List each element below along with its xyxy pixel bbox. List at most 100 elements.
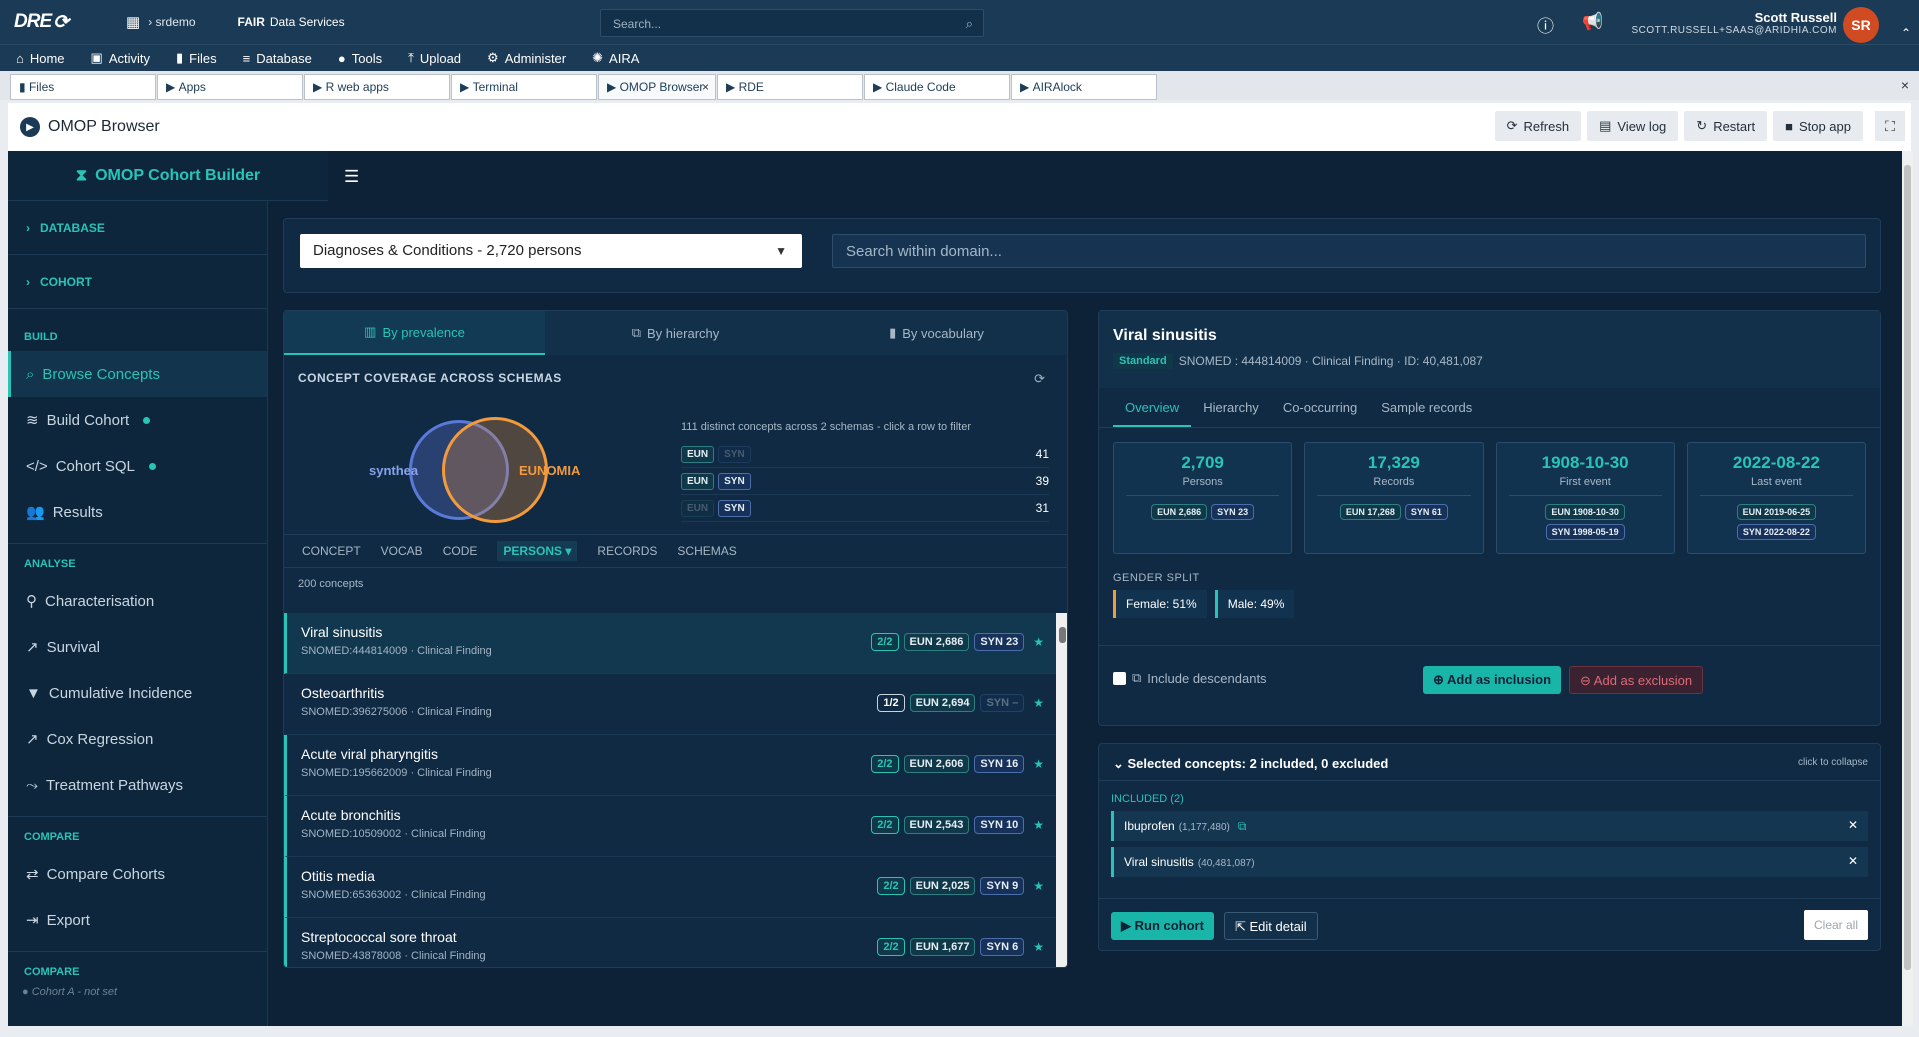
global-search-input[interactable]: Search... ⌕ — [600, 9, 984, 37]
tab-sample-records[interactable]: Sample records — [1369, 388, 1484, 427]
list-item[interactable]: Acute viral pharyngitis SNOMED:195662009 … — [284, 735, 1056, 796]
breadcrumb[interactable]: › srdemo — [148, 15, 195, 29]
nav-database[interactable]: ≡ Database — [243, 51, 312, 66]
nav-upload[interactable]: ⤒ Upload — [408, 50, 461, 66]
list-item[interactable]: Osteoarthritis SNOMED:396275006 · Clinica… — [284, 674, 1056, 735]
tab-by-hierarchy[interactable]: ⧉ By hierarchy — [545, 311, 806, 355]
search-icon: ⌕ — [965, 16, 973, 31]
fullscreen-icon[interactable]: ⛶ — [1875, 111, 1905, 141]
tab-omop-browser[interactable]: ▶ OMOP Browser × — [598, 74, 716, 100]
sidebar-item-cumulative-incidence[interactable]: ▼ Cumulative Incidence — [8, 670, 267, 716]
col-schemas[interactable]: SCHEMAS — [677, 544, 736, 558]
detail-title: Viral sinusitis — [1113, 327, 1217, 344]
help-icon[interactable]: ⓘ — [1537, 12, 1554, 37]
refresh-icon[interactable]: ⟳ — [1034, 371, 1045, 387]
sidebar-brand: ⧗ OMOP Cohort Builder — [8, 151, 328, 201]
star-icon[interactable]: ★ — [1033, 940, 1044, 954]
avatar[interactable]: SR — [1843, 7, 1879, 43]
nav-home[interactable]: ⌂ Home — [16, 51, 65, 66]
sidebar-item-results[interactable]: 👥 Results — [8, 489, 267, 535]
edit-detail-button[interactable]: ⇱ Edit detail — [1224, 912, 1318, 940]
close-tab-icon[interactable]: × — [702, 80, 709, 94]
announcement-icon[interactable]: 📢 — [1582, 12, 1603, 32]
tab-rde[interactable]: ▶ RDE — [717, 74, 863, 100]
list-item[interactable]: Otitis media SNOMED:65363002 · Clinical F… — [284, 857, 1056, 918]
tab-by-vocabulary[interactable]: ▮ By vocabulary — [806, 311, 1067, 355]
run-cohort-button[interactable]: ▶ Run cohort — [1111, 912, 1214, 940]
col-records[interactable]: RECORDS — [597, 544, 657, 558]
col-persons[interactable]: PERSONS ▾ — [497, 541, 578, 561]
tab-claude-code[interactable]: ▶ Claude Code — [864, 74, 1010, 100]
coverage-section: CONCEPT COVERAGE ACROSS SCHEMAS ⟳ synthe… — [284, 355, 1067, 535]
dre-logo[interactable]: DRE ⟳ — [14, 9, 98, 35]
coverage-row[interactable]: EUN SYN 39 — [681, 468, 1049, 495]
line-chart-icon: ↗ — [26, 731, 39, 748]
col-concept[interactable]: CONCEPT — [302, 544, 361, 558]
nav-tools[interactable]: ● Tools — [338, 51, 382, 66]
nav-files[interactable]: ▮ Files — [176, 50, 217, 66]
col-code[interactable]: CODE — [443, 544, 478, 558]
add-inclusion-button[interactable]: ⊕ Add as inclusion — [1423, 666, 1562, 694]
sidebar-item-treatment-pathways[interactable]: ⤳ Treatment Pathways — [8, 762, 267, 808]
sidebar-item-characterisation[interactable]: ⚲ Characterisation — [8, 578, 267, 624]
sidebar-item-build-cohort[interactable]: ≋ Build Cohort — [8, 397, 267, 443]
play-icon: ▶ — [20, 117, 40, 137]
domain-select[interactable]: Diagnoses & Conditions - 2,720 persons ▼ — [300, 234, 802, 268]
list-item[interactable]: Viral sinusitis SNOMED:444814009 · Clinic… — [284, 613, 1056, 674]
nav-aira[interactable]: ✺ AIRA — [592, 50, 639, 66]
sidebar-item-export[interactable]: ⇥ Export — [8, 897, 267, 943]
nav-activity[interactable]: ▣ Activity — [91, 50, 150, 66]
sidebar-item-browse-concepts[interactable]: ⌕ Browse Concepts — [8, 351, 267, 397]
list-item[interactable]: Acute bronchitis SNOMED:10509002 · Clinic… — [284, 796, 1056, 857]
domain-search-input[interactable]: Search within domain... — [832, 234, 1866, 268]
activity-icon: ▣ — [90, 50, 103, 65]
tab-hierarchy[interactable]: Hierarchy — [1191, 388, 1271, 427]
sidebar-item-cox-regression[interactable]: ↗ Cox Regression — [8, 716, 267, 762]
restart-button[interactable]: ↻ Restart — [1684, 111, 1768, 141]
app-scrollbar[interactable] — [1902, 151, 1913, 1026]
tab-r-web-apps[interactable]: ▶ R web apps — [304, 74, 450, 100]
collapse-up-icon[interactable]: ⌃ — [1901, 26, 1911, 40]
star-icon[interactable]: ★ — [1033, 696, 1044, 710]
star-icon[interactable]: ★ — [1033, 635, 1044, 649]
close-all-tabs-icon[interactable]: × — [1901, 77, 1909, 93]
sidebar-section-database[interactable]: › DATABASE — [8, 201, 267, 255]
coverage-heading: CONCEPT COVERAGE ACROSS SCHEMAS — [298, 371, 562, 385]
coverage-row[interactable]: EUN SYN 31 — [681, 495, 1049, 522]
star-icon[interactable]: ★ — [1033, 818, 1044, 832]
sidebar-item-compare-cohorts[interactable]: ⇄ Compare Cohorts — [8, 851, 267, 897]
sidebar-item-cohort-sql[interactable]: </> Cohort SQL — [8, 443, 267, 489]
coverage-row[interactable]: EUN SYN 41 — [681, 441, 1049, 468]
selected-header[interactable]: ⌄ Selected concepts: 2 included, 0 exclu… — [1099, 744, 1880, 781]
status-dot — [143, 416, 151, 424]
tab-co-occurring[interactable]: Co-occurring — [1271, 388, 1369, 427]
tab-apps[interactable]: ▶ Apps — [157, 74, 303, 100]
remove-icon[interactable]: ✕ — [1848, 818, 1858, 832]
tab-files[interactable]: ▮ Files — [10, 74, 156, 100]
tab-airalock[interactable]: ▶ AIRAlock — [1011, 74, 1157, 100]
col-vocab[interactable]: VOCAB — [381, 544, 423, 558]
sidebar-section-cohort[interactable]: › COHORT — [8, 255, 267, 309]
sidebar-item-survival[interactable]: ↗ Survival — [8, 624, 267, 670]
clear-all-button[interactable]: Clear all — [1803, 910, 1868, 940]
list-scrollbar[interactable] — [1056, 613, 1067, 967]
concept-detail-panel: Viral sinusitis Standard SNOMED : 4448140… — [1098, 310, 1881, 726]
menu-icon[interactable]: ☰ — [344, 167, 359, 187]
add-exclusion-button[interactable]: ⊖ Add as exclusion — [1569, 666, 1704, 694]
star-icon[interactable]: ★ — [1033, 757, 1044, 771]
tab-terminal[interactable]: ▶ Terminal — [451, 74, 597, 100]
tab-by-prevalence[interactable]: ▥ By prevalence — [284, 311, 545, 355]
remove-icon[interactable]: ✕ — [1848, 854, 1858, 868]
chevron-right-icon: › — [26, 220, 30, 235]
stop-app-button[interactable]: ■ Stop app — [1773, 111, 1863, 141]
group-build: BUILD — [24, 331, 58, 343]
restart-icon: ↻ — [1696, 118, 1708, 133]
apps-grid-icon[interactable]: ▦ — [126, 13, 140, 31]
view-log-button[interactable]: ▤ View log — [1587, 111, 1679, 141]
user-menu[interactable]: Scott Russell SCOTT.RUSSELL+SAAS@ARIDHIA… — [1632, 10, 1837, 36]
nav-administer[interactable]: ⚙ Administer — [487, 50, 566, 66]
list-item[interactable]: Streptococcal sore throat SNOMED:43878008… — [284, 918, 1056, 967]
tab-overview[interactable]: Overview — [1113, 388, 1192, 427]
star-icon[interactable]: ★ — [1033, 879, 1044, 893]
refresh-button[interactable]: ⟳ Refresh — [1494, 111, 1582, 141]
